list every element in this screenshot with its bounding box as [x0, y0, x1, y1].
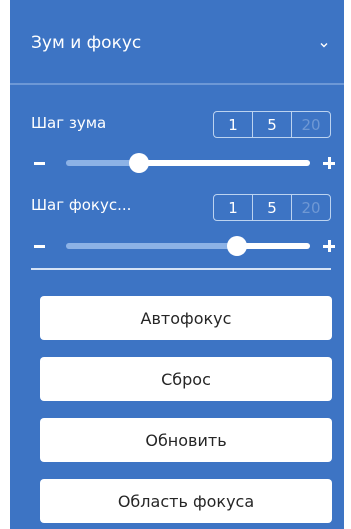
zoom-plus-icon[interactable] — [323, 157, 335, 169]
section-divider — [31, 268, 331, 270]
zoom-step-option-20[interactable]: 20 — [292, 112, 330, 137]
focus-area-button[interactable]: Область фокуса — [40, 479, 332, 523]
zoom-focus-panel: Зум и фокус Шаг зума 1 5 20 Шаг фокус...… — [10, 0, 344, 529]
zoom-step-label: Шаг зума — [31, 114, 107, 132]
zoom-slider — [31, 153, 335, 173]
focus-step-label: Шаг фокус... — [31, 196, 132, 214]
zoom-step-selector: 1 5 20 — [213, 111, 331, 138]
zoom-slider-thumb[interactable] — [129, 153, 149, 173]
focus-slider-thumb[interactable] — [227, 236, 247, 256]
reset-button[interactable]: Сброс — [40, 357, 332, 401]
focus-slider-fill — [66, 243, 237, 249]
zoom-slider-remaining — [139, 160, 310, 166]
zoom-step-option-5[interactable]: 5 — [253, 112, 292, 137]
chevron-down-icon[interactable] — [320, 41, 328, 49]
zoom-slider-track[interactable] — [66, 160, 310, 166]
focus-step-selector: 1 5 20 — [213, 194, 331, 221]
refresh-button[interactable]: Обновить — [40, 418, 332, 462]
header-divider — [10, 83, 344, 85]
focus-minus-icon[interactable] — [34, 245, 45, 248]
page-margin — [0, 0, 10, 529]
autofocus-button[interactable]: Автофокус — [40, 296, 332, 340]
focus-slider-track[interactable] — [66, 243, 310, 249]
focus-step-option-1[interactable]: 1 — [214, 195, 253, 220]
focus-slider-remaining — [237, 243, 310, 249]
zoom-minus-icon[interactable] — [34, 162, 45, 165]
focus-step-option-20[interactable]: 20 — [292, 195, 330, 220]
focus-step-option-5[interactable]: 5 — [253, 195, 292, 220]
panel-header[interactable]: Зум и фокус — [10, 0, 344, 83]
focus-slider — [31, 236, 335, 256]
panel-title: Зум и фокус — [31, 33, 142, 53]
zoom-step-option-1[interactable]: 1 — [214, 112, 253, 137]
focus-plus-icon[interactable] — [323, 240, 335, 252]
